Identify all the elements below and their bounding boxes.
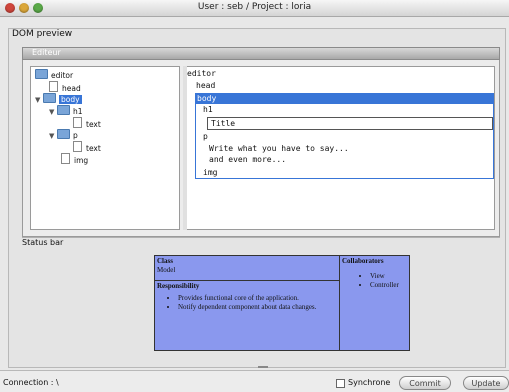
status-bar: Status bar: [22, 237, 500, 248]
disclosure-triangle-icon[interactable]: ▼: [49, 130, 57, 142]
crc-collaborator-item: View: [370, 272, 410, 281]
tree-node-label: p: [73, 131, 78, 140]
tree-node-label: editor: [51, 71, 74, 80]
preview-p[interactable]: p: [203, 132, 208, 141]
preview-editor[interactable]: editor: [187, 69, 216, 78]
preview-body-block[interactable]: [195, 93, 494, 179]
document-icon: [73, 117, 82, 128]
crc-class-name: Model: [157, 266, 176, 274]
preview-p-line2: and even more...: [209, 155, 287, 164]
document-icon: [73, 141, 82, 152]
folder-icon: [43, 93, 56, 103]
dom-tree[interactable]: editor head ▼ body ▼ h1 text ▼ p text img: [30, 66, 180, 230]
crc-responsibility-list: Provides functional core of the applicat…: [164, 294, 336, 312]
tree-node-editor[interactable]: editor: [35, 69, 73, 81]
editor-header-label: Editeur: [32, 48, 61, 57]
tree-node-h1-text[interactable]: text: [73, 117, 101, 129]
preview-body-selection: [195, 93, 494, 104]
preview-h1[interactable]: h1: [203, 105, 213, 114]
tree-node-p-text[interactable]: text: [73, 141, 101, 153]
folder-icon: [35, 69, 48, 79]
preview-img[interactable]: img: [203, 168, 217, 177]
disclosure-triangle-icon[interactable]: ▼: [35, 94, 43, 106]
disclosure-triangle-icon[interactable]: ▼: [49, 106, 57, 118]
tree-node-body[interactable]: ▼ body: [35, 93, 82, 105]
crc-collaborators-list: View Controller: [356, 272, 410, 290]
commit-button[interactable]: Commit: [399, 376, 451, 390]
preview-body[interactable]: body: [197, 94, 216, 103]
crc-divider-horizontal: [154, 280, 340, 281]
crc-collaborator-item: Controller: [370, 281, 410, 290]
crc-class-label: Class: [157, 257, 173, 265]
crc-responsibility-item: Notify dependent component about data ch…: [178, 303, 336, 312]
tree-node-label: text: [86, 120, 101, 129]
split-pane-handle[interactable]: [258, 366, 268, 368]
tree-node-label: h1: [73, 107, 83, 116]
tree-node-h1[interactable]: ▼ h1: [49, 105, 83, 117]
crc-collaborators-label: Collaborators: [342, 257, 384, 265]
editor-header: [22, 47, 500, 60]
synchrone-label: Synchrone: [348, 378, 391, 387]
document-icon: [49, 81, 58, 92]
tree-node-head[interactable]: head: [49, 81, 81, 93]
tree-node-img[interactable]: img: [61, 153, 88, 165]
synchrone-checkbox[interactable]: [336, 379, 345, 388]
tree-node-label: head: [62, 84, 81, 93]
crc-divider-vertical: [339, 255, 340, 351]
tree-node-label: body: [59, 95, 82, 104]
update-button[interactable]: Update: [463, 376, 509, 390]
window-title: User : seb / Project : loria: [197, 2, 312, 12]
crc-responsibility-item: Provides functional core of the applicat…: [178, 294, 336, 303]
preview-scroll-handle[interactable]: [183, 66, 187, 230]
preview-title-text: Title: [211, 119, 236, 128]
tree-node-p[interactable]: ▼ p: [49, 129, 78, 141]
preview-title-field[interactable]: [207, 117, 493, 130]
preview-p-line1: Write what you have to say...: [209, 144, 349, 153]
document-icon: [61, 153, 70, 164]
crc-responsibility-label: Responsibility: [157, 282, 200, 290]
preview-head[interactable]: head: [196, 81, 215, 90]
folder-icon: [57, 105, 70, 115]
folder-icon: [57, 129, 70, 139]
tree-node-label: img: [74, 156, 89, 165]
dom-preview-label: DOM preview: [12, 29, 73, 39]
connection-status: Connection : \: [3, 378, 59, 387]
tree-node-label: text: [86, 144, 101, 153]
